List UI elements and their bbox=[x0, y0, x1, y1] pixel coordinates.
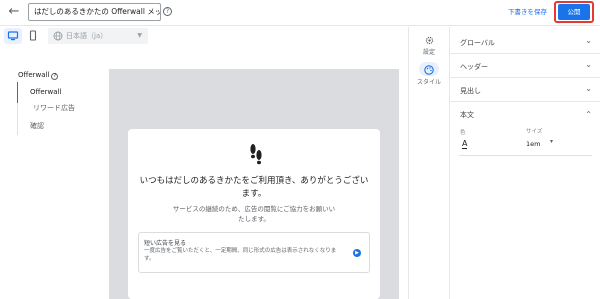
chevron-down-icon: ⌄ bbox=[585, 36, 592, 45]
message-title-input[interactable]: はだしのあるきかたの Offerwall メッセ bbox=[28, 3, 161, 21]
divider bbox=[459, 155, 592, 156]
watch-ad-option-title: 短い広告を見る bbox=[144, 240, 187, 247]
color-label: 色 bbox=[460, 130, 466, 136]
footprints-icon bbox=[250, 144, 262, 165]
size-label: サイズ bbox=[526, 129, 543, 135]
chevron-down-icon: ▼ bbox=[137, 32, 142, 39]
section-header[interactable]: ヘッダー ⌄ bbox=[451, 54, 600, 78]
section-label: 見出し bbox=[460, 87, 481, 95]
nav-item-offerwall[interactable]: Offerwall bbox=[30, 88, 61, 96]
preview-subtext: サービスの継続のため、広告の閲覧にご協力をお願いいたします。 bbox=[172, 205, 336, 223]
nav-title-label: Offerwall bbox=[18, 71, 50, 79]
arrow-right-icon[interactable]: ▶ bbox=[353, 249, 361, 257]
publish-button[interactable]: 公開 bbox=[558, 4, 590, 20]
help-icon[interactable]: ? bbox=[51, 73, 59, 80]
rail-style-label[interactable]: スタイル bbox=[414, 77, 444, 86]
nav-tree-line bbox=[17, 103, 18, 135]
desktop-icon bbox=[7, 31, 19, 41]
palette-icon bbox=[424, 65, 434, 75]
top-bar: ← はだしのあるきかたの Offerwall メッセ ? 下書きを保存 公開 bbox=[0, 0, 600, 26]
nav-item-confirm[interactable]: 確認 bbox=[30, 121, 44, 131]
nav-title: Offerwall? bbox=[18, 71, 59, 80]
language-select[interactable]: 日本語（ja） ▼ bbox=[48, 28, 148, 44]
mobile-view-button[interactable] bbox=[26, 28, 40, 44]
chevron-up-icon: ⌃ bbox=[585, 110, 592, 119]
section-heading[interactable]: 見出し ⌄ bbox=[451, 78, 600, 102]
section-label: 本文 bbox=[460, 111, 474, 119]
preview-headline: いつもはだしのあるきかたをご利用頂き、ありがとうございます。 bbox=[139, 176, 369, 199]
gear-icon[interactable] bbox=[425, 36, 434, 45]
section-label: ヘッダー bbox=[460, 63, 488, 71]
chevron-down-icon: ⌄ bbox=[585, 84, 592, 93]
style-tab[interactable] bbox=[419, 62, 439, 76]
globe-icon bbox=[53, 31, 63, 41]
section-label: グローバル bbox=[460, 39, 495, 47]
chevron-down-icon: ▾ bbox=[550, 138, 554, 145]
nav-item-rewarded-ads[interactable]: リワード広告 bbox=[33, 103, 75, 113]
text-color-picker[interactable]: A bbox=[462, 139, 468, 149]
back-arrow-icon[interactable]: ← bbox=[6, 4, 22, 20]
help-icon[interactable]: ? bbox=[163, 7, 172, 16]
font-size-select[interactable]: 1em bbox=[526, 140, 540, 148]
save-draft-button[interactable]: 下書きを保存 bbox=[508, 6, 547, 16]
nav-active-indicator bbox=[17, 82, 18, 103]
section-global[interactable]: グローバル ⌄ bbox=[451, 30, 600, 54]
watch-ad-option-desc: 一度広告をご覧いただくと、一定期間、同じ形式の広告は表示されなくなります。 bbox=[144, 248, 337, 262]
chevron-down-icon: ⌄ bbox=[585, 60, 592, 69]
language-value: 日本語（ja） bbox=[66, 32, 108, 40]
section-body[interactable]: 本文 ⌃ bbox=[451, 102, 600, 126]
mobile-icon bbox=[29, 30, 37, 41]
desktop-view-button[interactable] bbox=[4, 28, 22, 44]
rail-settings-label[interactable]: 設定 bbox=[416, 47, 442, 56]
